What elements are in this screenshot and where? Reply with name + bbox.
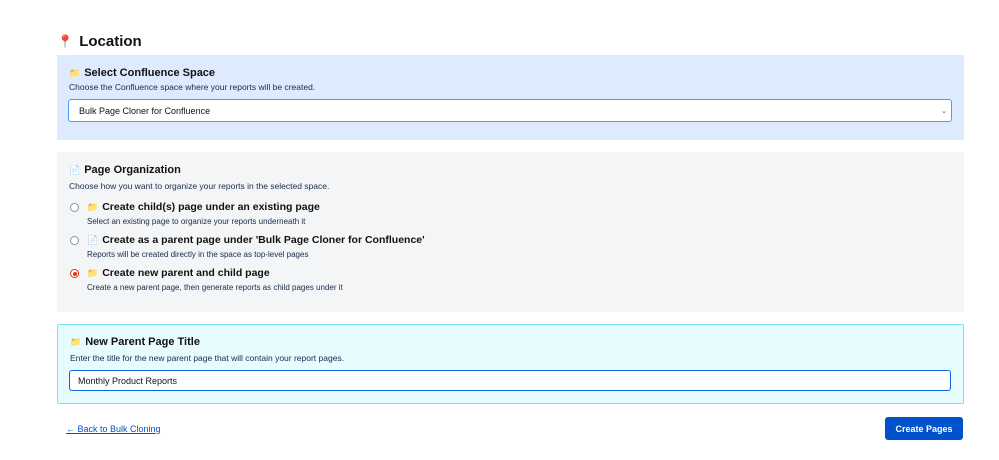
folder-icon: 📁 xyxy=(87,201,99,212)
parent-title-section-title-text: New Parent Page Title xyxy=(85,336,200,348)
option-new-parent-child-description: Create a new parent page, then generate … xyxy=(87,283,343,292)
organization-section-title: 📄 Page Organization xyxy=(69,164,181,176)
create-pages-button[interactable]: Create Pages xyxy=(885,417,963,440)
document-icon: 📄 xyxy=(87,234,99,245)
confluence-space-select[interactable]: Bulk Page Cloner for Confluence ⌄ xyxy=(68,99,952,122)
chevron-down-icon: ⌄ xyxy=(941,107,947,115)
space-selection-panel: 📁 Select Confluence Space Choose the Con… xyxy=(57,55,964,140)
option-existing-page-description: Select an existing page to organize your… xyxy=(87,217,306,226)
page-organization-panel: 📄 Page Organization Choose how you want … xyxy=(57,152,964,312)
back-to-bulk-cloning-link[interactable]: ← Back to Bulk Cloning xyxy=(66,424,161,434)
option-new-parent-child-label[interactable]: 📁 Create new parent and child page xyxy=(87,267,270,279)
space-select-value: Bulk Page Cloner for Confluence xyxy=(79,105,211,116)
option-existing-page-label-text: Create child(s) page under an existing p… xyxy=(102,201,320,213)
radio-parent-page[interactable] xyxy=(70,236,79,245)
parent-page-title-input[interactable] xyxy=(69,370,951,391)
space-section-title-text: Select Confluence Space xyxy=(84,67,216,79)
organization-section-title-text: Page Organization xyxy=(84,164,181,176)
folder-icon: 📁 xyxy=(87,267,99,278)
option-existing-page-label[interactable]: 📁 Create child(s) page under an existing… xyxy=(87,201,320,213)
pin-icon: 📍 xyxy=(57,34,74,49)
folder-icon: 📁 xyxy=(69,67,81,78)
option-new-parent-child-label-text: Create new parent and child page xyxy=(102,267,270,279)
space-section-description: Choose the Confluence space where your r… xyxy=(69,82,316,92)
folder-icon: 📁 xyxy=(70,336,82,347)
option-parent-page-label-text: Create as a parent page under 'Bulk Page… xyxy=(102,234,425,246)
document-icon: 📄 xyxy=(69,164,81,175)
radio-new-parent-child[interactable] xyxy=(70,269,79,278)
organization-section-description: Choose how you want to organize your rep… xyxy=(69,181,330,191)
new-parent-title-panel: 📁 New Parent Page Title Enter the title … xyxy=(57,324,964,404)
option-parent-page-description: Reports will be created directly in the … xyxy=(87,250,309,259)
page-title: Location xyxy=(79,33,142,50)
space-section-title: 📁 Select Confluence Space xyxy=(69,67,215,79)
option-parent-page-label[interactable]: 📄 Create as a parent page under 'Bulk Pa… xyxy=(87,234,425,246)
parent-title-section-description: Enter the title for the new parent page … xyxy=(70,353,345,363)
location-heading: 📍 Location xyxy=(57,33,142,50)
radio-existing-page[interactable] xyxy=(70,203,79,212)
parent-title-section-title: 📁 New Parent Page Title xyxy=(70,336,200,348)
